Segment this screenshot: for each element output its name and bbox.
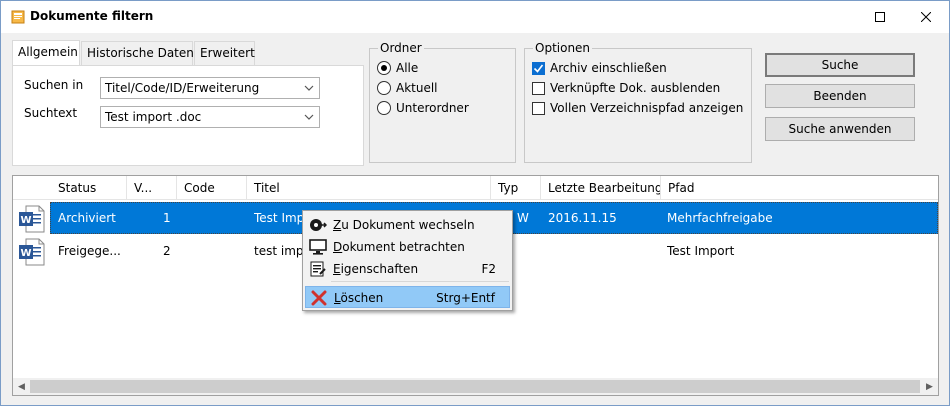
cell-path: Mehrfachfreigabe (667, 211, 773, 225)
menu-item-delete[interactable]: Löschen Strg+Entf (305, 286, 510, 308)
search-in-value: Titel/Code/ID/Erweiterung (105, 81, 260, 95)
menu-item-shortcut: F2 (481, 262, 496, 276)
context-menu: Zu Dokument wechseln Dokument betrachten… (302, 210, 513, 311)
radio-aktuell[interactable]: Aktuell (377, 80, 438, 96)
checkmark-icon (533, 64, 544, 73)
checkbox[interactable] (532, 61, 545, 75)
search-text-label: Suchtext (24, 106, 78, 120)
monitor-icon (309, 239, 327, 255)
column-header-pfad[interactable]: Pfad (661, 176, 938, 200)
check-archiv-einschliessen[interactable]: Archiv einschließen (532, 60, 667, 76)
column-header-titel[interactable]: Titel (247, 176, 491, 200)
checkbox-label: Verknüpfte Dok. ausblenden (550, 81, 721, 95)
column-header-status[interactable]: Status (51, 176, 127, 200)
scrollbar-thumb[interactable] (30, 380, 920, 393)
search-in-select[interactable]: Titel/Code/ID/Erweiterung (100, 77, 320, 99)
tab-erweitert[interactable]: Erweitert (194, 41, 255, 65)
menu-item-label: Zu Dokument wechseln (333, 218, 475, 232)
column-header-typ[interactable]: Typ (491, 176, 541, 200)
optionen-group: Optionen Archiv einschließen Verknüpfte … (524, 41, 752, 163)
checkbox-label: Vollen Verzeichnispfad anzeigen (550, 101, 744, 115)
column-header-last-edit[interactable]: Letzte Bearbeitung (541, 176, 661, 200)
ordner-legend: Ordner (378, 41, 424, 55)
cell-last-edit: 2016.11.15 (548, 211, 617, 225)
menu-item-label: Eigenschaften (333, 262, 419, 276)
checkbox[interactable] (532, 101, 545, 115)
optionen-legend: Optionen (533, 41, 593, 55)
cell-status: Archiviert (58, 211, 116, 225)
word-doc-icon: W (19, 238, 45, 266)
ordner-group: Ordner Alle Aktuell Unterordner (369, 41, 516, 163)
menu-item-shortcut: Strg+Entf (436, 291, 495, 305)
menu-item-view-document[interactable]: Dokument betrachten (305, 236, 510, 258)
check-verknuepfte-ausblenden[interactable]: Verknüpfte Dok. ausblenden (532, 80, 720, 96)
cell-type: W (517, 211, 529, 225)
menu-separator (331, 281, 509, 282)
scroll-left-icon[interactable]: ◀ (13, 378, 30, 395)
tab-allgemein[interactable]: Allgemein (12, 40, 80, 66)
tab-historische-daten[interactable]: Historische Daten (81, 41, 194, 65)
radio-unterordner[interactable]: Unterordner (377, 100, 469, 116)
delete-x-icon (311, 290, 327, 306)
cell-status: Freigege... (58, 244, 121, 258)
menu-item-properties[interactable]: Eigenschaften F2 (305, 258, 510, 280)
search-text-input[interactable]: Test import .doc (100, 106, 320, 128)
goto-icon (310, 219, 327, 231)
maximize-icon (875, 12, 885, 22)
title-bar[interactable]: Dokumente filtern (1, 1, 949, 33)
svg-text:W: W (20, 248, 31, 259)
menu-item-label: Löschen (334, 291, 384, 305)
radio-button[interactable] (377, 61, 391, 75)
properties-icon (310, 261, 326, 277)
apply-search-button[interactable]: Suche anwenden (765, 117, 915, 141)
search-in-label: Suchen in (24, 78, 84, 92)
checkbox-label: Archiv einschließen (550, 61, 667, 75)
radio-button[interactable] (377, 81, 391, 95)
app-icon (11, 10, 25, 24)
svg-text:W: W (20, 215, 31, 226)
menu-item-goto-document[interactable]: Zu Dokument wechseln (305, 214, 510, 236)
maximize-button[interactable] (857, 1, 903, 33)
column-header-version[interactable]: V... (127, 176, 177, 200)
menu-item-label: Dokument betrachten (333, 240, 465, 254)
scroll-right-icon[interactable]: ▶ (921, 378, 938, 395)
radio-label: Aktuell (396, 81, 438, 95)
search-text-value: Test import .doc (105, 110, 202, 124)
close-icon (921, 12, 931, 22)
close-button[interactable] (903, 1, 949, 33)
chevron-down-icon (304, 114, 314, 120)
radio-label: Alle (396, 61, 419, 75)
cell-path: Test Import (667, 244, 735, 258)
checkbox[interactable] (532, 81, 545, 95)
radio-label: Unterordner (396, 101, 469, 115)
horizontal-scrollbar[interactable]: ◀ ▶ (13, 378, 938, 395)
dialog-window: Dokumente filtern Allgemein Historische … (0, 0, 950, 406)
close-dialog-button[interactable]: Beenden (765, 84, 915, 108)
tab-panel-allgemein: Suchen in Titel/Code/ID/Erweiterung Such… (12, 65, 364, 166)
list-header: Status V... Code Titel Typ Letzte Bearbe… (13, 176, 938, 200)
check-vollen-pfad[interactable]: Vollen Verzeichnispfad anzeigen (532, 100, 743, 116)
search-button[interactable]: Suche (765, 53, 915, 77)
cell-version: 1 (163, 211, 171, 225)
chevron-down-icon (304, 85, 314, 91)
column-header-code[interactable]: Code (177, 176, 247, 200)
word-doc-icon: W (19, 205, 45, 233)
window-title: Dokumente filtern (30, 9, 154, 23)
radio-alle[interactable]: Alle (377, 60, 418, 76)
cell-version: 2 (163, 244, 171, 258)
radio-button[interactable] (377, 101, 391, 115)
